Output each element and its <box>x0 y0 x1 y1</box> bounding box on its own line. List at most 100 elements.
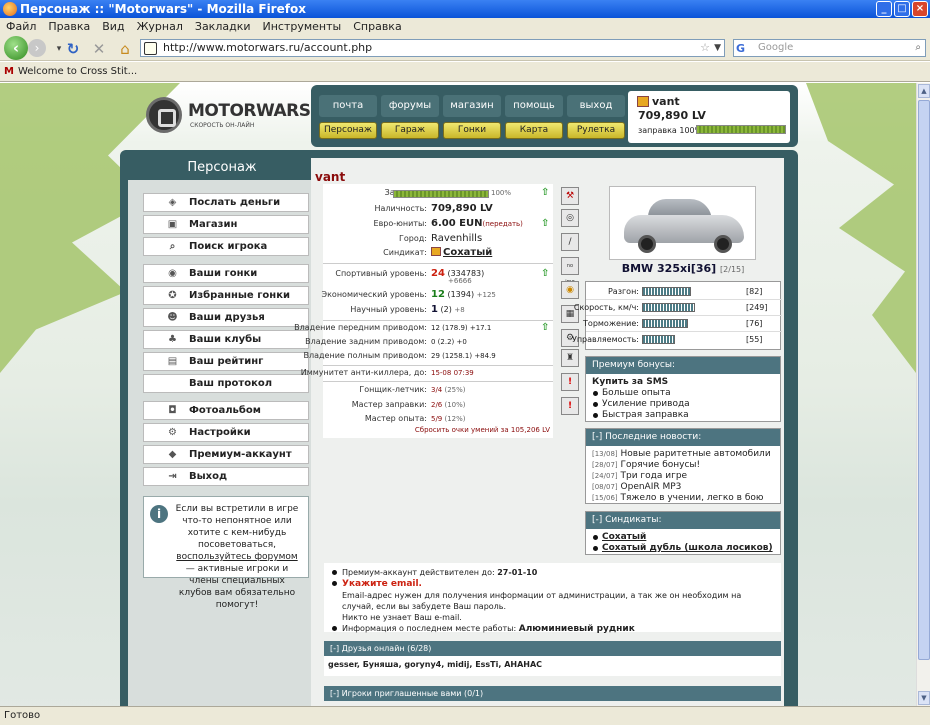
no-image-icon[interactable]: no img <box>561 257 579 285</box>
warning-icon[interactable]: ! <box>561 373 579 391</box>
site-favicon-icon <box>144 42 157 55</box>
firefox-icon <box>3 2 17 16</box>
news-item[interactable]: [24/07] Три года игре <box>592 471 774 482</box>
decor-leaves-right <box>806 83 916 373</box>
sidebar-item-shop[interactable]: ▣ Магазин <box>143 215 309 234</box>
menu-view[interactable]: Вид <box>102 18 124 35</box>
sidebar-item-rating[interactable]: ▤ Ваш рейтинг <box>143 352 309 371</box>
sidebar-item-premium[interactable]: ◆ Премиум-аккаунт <box>143 445 309 464</box>
fuel-label: заправка 100% <box>638 126 703 135</box>
premium-bonus-box: Премиум бонусы: Купить за SMS Больше опы… <box>585 356 781 422</box>
page-scrollbar[interactable]: ▲ ▼ <box>916 83 930 706</box>
user-summary: vant 709,890 LV заправка 100% <box>628 91 790 143</box>
user-name[interactable]: vant <box>652 95 680 108</box>
wrench-icon[interactable]: / <box>561 233 579 251</box>
address-bar[interactable]: http://www.motorwars.ru/account.php ☆ ▼ <box>140 39 725 57</box>
scroll-down-icon[interactable]: ▼ <box>918 691 930 705</box>
invited-players-header[interactable]: [-] Игроки приглашенные вами (0/1) <box>324 686 781 701</box>
nav-mail[interactable]: почта <box>319 95 377 117</box>
news-item[interactable]: [13/08] Новые раритетные автомобили <box>592 449 774 460</box>
sidebar-item-your-races[interactable]: ◉ Ваши гонки <box>143 264 309 283</box>
sidebar-item-clubs[interactable]: ♣ Ваши клубы <box>143 330 309 349</box>
tab-garage[interactable]: Гараж <box>381 122 439 139</box>
bookmark-star-icon[interactable]: ☆ <box>700 40 710 56</box>
search-icon[interactable]: ⌕ <box>915 40 921 56</box>
warning-icon[interactable]: ! <box>561 397 579 415</box>
email-link[interactable]: Укажите email. <box>342 579 422 589</box>
syndicates-header[interactable]: [-] Синдикаты: <box>586 512 780 529</box>
disc-icon[interactable]: ◉ <box>561 281 579 299</box>
sidebar-item-exit[interactable]: ⇥ Выход <box>143 467 309 486</box>
news-item[interactable]: [15/06] Тяжело в учении, легко в бою <box>592 493 774 504</box>
reset-skills-link[interactable]: Сбросить очки умений за 105,206 LV <box>323 426 550 434</box>
stat-rwd: Владение задним приводом: 0 (2.2) +0 <box>305 337 467 346</box>
navigation-toolbar: ‹ › ▾ ↻ ✕ ⌂ http://www.motorwars.ru/acco… <box>0 35 930 61</box>
friends-online-list[interactable]: gesser, Буняша, gorуny4, midij, EssTi, A… <box>324 656 781 676</box>
up-arrow-icon[interactable]: ⇧ <box>541 323 550 333</box>
nav-logout[interactable]: выход <box>567 95 625 117</box>
up-arrow-icon[interactable]: ⇧ <box>541 188 550 198</box>
race-icon: ◉ <box>168 268 177 279</box>
back-button[interactable]: ‹ <box>4 36 28 60</box>
nav-forums[interactable]: форумы <box>381 95 439 117</box>
friends-online-header[interactable]: [-] Друзья онлайн (6/28) <box>324 641 781 656</box>
forward-button[interactable]: › <box>28 39 46 57</box>
scroll-up-icon[interactable]: ▲ <box>918 84 930 98</box>
stat-fwd: Владение передним приводом: 12 (178.9) +1… <box>294 322 550 333</box>
tool-icon[interactable]: ⚒ <box>561 187 579 205</box>
buy-sms-link[interactable]: Купить за SMS <box>592 377 774 388</box>
syndicate-link[interactable]: Сохатый дубль (школа лосиков) <box>602 543 773 553</box>
sidebar-item-friends[interactable]: ☻ Ваши друзья <box>143 308 309 327</box>
syndicate-link[interactable]: Сохатый <box>602 532 646 542</box>
search-input[interactable]: G Google ⌕ <box>733 39 926 57</box>
close-window-button[interactable]: × <box>912 1 928 17</box>
stat-science-level: Научный уровень: 1 (2) +8 <box>350 304 465 315</box>
sidebar-item-photo-album[interactable]: ◘ Фотоальбом <box>143 401 309 420</box>
sidebar-item-protocol[interactable]: Ваш протокол <box>143 374 309 393</box>
menu-history[interactable]: Журнал <box>137 18 183 35</box>
nav-shop[interactable]: магазин <box>443 95 501 117</box>
address-dropdown-icon[interactable]: ▼ <box>714 40 721 56</box>
tab-roulette[interactable]: Рулетка <box>567 122 625 139</box>
sidebar-item-find-player[interactable]: ⌕ Поиск игрока <box>143 237 309 256</box>
news-item[interactable]: [08/07] OpenAIR MP3 <box>592 482 774 493</box>
tire-icon[interactable]: ◎ <box>561 209 579 227</box>
news-header[interactable]: [-] Последние новости: <box>586 429 780 446</box>
bookmark-icon: M <box>4 66 14 77</box>
menu-file[interactable]: Файл <box>6 18 36 35</box>
site-logo[interactable]: MOTORWARS.RU СКОРОСТЬ ОН-ЛАЙН <box>146 96 343 136</box>
bookmark-item[interactable]: Welcome to Cross Stit... <box>18 66 137 77</box>
menu-help[interactable]: Справка <box>353 18 401 35</box>
nav-help[interactable]: помощь <box>505 95 563 117</box>
home-icon[interactable]: ⌂ <box>114 38 136 60</box>
reload-icon[interactable]: ↻ <box>62 38 84 60</box>
news-item[interactable]: [28/07] Горячие бонусы! <box>592 460 774 471</box>
profile-name: vant <box>315 170 346 184</box>
search-placeholder: Google <box>758 42 794 53</box>
premium-icon: ◆ <box>168 449 177 460</box>
sidebar-item-settings[interactable]: ⚙ Настройки <box>143 423 309 442</box>
seat-icon[interactable]: ♜ <box>561 349 579 367</box>
favorite-race-icon: ✪ <box>168 290 177 301</box>
car-stat-acceleration: Разгон: [82] <box>586 284 782 300</box>
tab-map[interactable]: Карта <box>505 122 563 139</box>
maximize-button[interactable]: □ <box>894 1 910 17</box>
menu-bookmarks[interactable]: Закладки <box>195 18 251 35</box>
up-arrow-icon[interactable]: ⇧ <box>541 219 550 229</box>
stop-icon[interactable]: ✕ <box>88 38 110 60</box>
menu-edit[interactable]: Правка <box>48 18 90 35</box>
status-bar: Готово <box>0 706 930 725</box>
bookmarks-toolbar: M Welcome to Cross Stit... <box>0 62 930 82</box>
sidebar-item-send-money[interactable]: ◈ Послать деньги <box>143 193 309 212</box>
car-name[interactable]: BMW 325xi[36] [2/15] <box>585 262 781 275</box>
tab-character[interactable]: Персонаж <box>319 122 377 139</box>
minimize-button[interactable]: _ <box>876 1 892 17</box>
scroll-thumb[interactable] <box>918 100 930 660</box>
car-image[interactable] <box>609 186 756 260</box>
transfer-link[interactable]: (передать) <box>482 220 522 228</box>
syndicate-link[interactable]: Сохатый <box>443 247 492 258</box>
sidebar-item-favorite-races[interactable]: ✪ Избранные гонки <box>143 286 309 305</box>
menu-tools[interactable]: Инструменты <box>263 18 342 35</box>
tab-races[interactable]: Гонки <box>443 122 501 139</box>
forum-link[interactable]: воспользуйтесь форумом <box>176 552 297 562</box>
